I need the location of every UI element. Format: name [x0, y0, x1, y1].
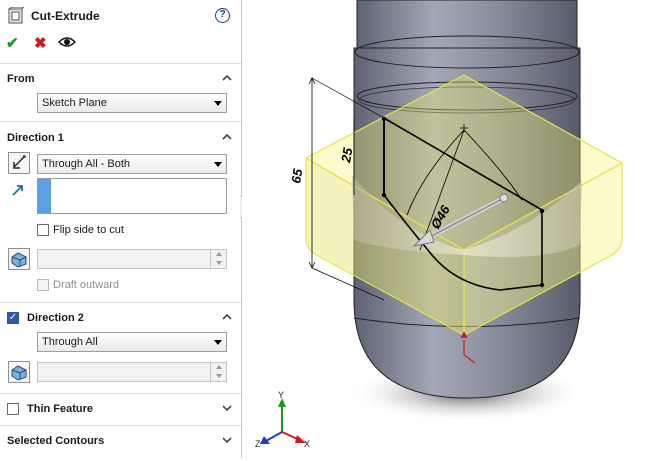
chevron-down-icon — [214, 162, 222, 167]
section-selected-contours[interactable]: Selected Contours — [0, 430, 241, 452]
draft-icon — [11, 365, 27, 381]
selection-indicator — [38, 179, 51, 213]
chevron-up-icon[interactable] — [221, 72, 233, 84]
draft-outward-label: Draft outward — [53, 279, 120, 291]
direction2-end-condition-dropdown[interactable]: Through All — [37, 332, 227, 352]
chevron-down-icon — [214, 101, 222, 106]
feature-header: Cut-Extrude ? ✔ ✖ — [0, 0, 241, 64]
draft2-angle-stepper[interactable] — [210, 363, 226, 381]
direction2-checkbox[interactable]: ✓ — [7, 312, 19, 324]
preview-eye-icon[interactable] — [58, 36, 76, 48]
direction1-end-condition-value: Through All - Both — [42, 158, 131, 170]
graphics-area[interactable]: 65 25 Ø46 Y X Z — [242, 0, 647, 458]
flip-side-label: Flip side to cut — [53, 224, 124, 236]
direction2-end-condition-value: Through All — [42, 336, 98, 348]
chevron-up-icon[interactable] — [221, 131, 233, 143]
dimension-65[interactable]: 65 — [288, 167, 305, 185]
section-direction2-label: Direction 2 — [27, 312, 84, 324]
direction-vector-icon — [12, 185, 23, 196]
chevron-down-icon[interactable] — [221, 434, 233, 446]
divider — [0, 302, 241, 303]
model-view[interactable]: 65 25 Ø46 Y X Z — [242, 0, 647, 458]
section-thin-feature[interactable]: Thin Feature — [0, 398, 241, 420]
cut-extrude-icon — [8, 7, 24, 24]
property-manager: Cut-Extrude ? ✔ ✖ From Sketch Plane Dire… — [0, 0, 242, 458]
help-icon[interactable]: ? — [215, 8, 230, 23]
from-dropdown[interactable]: Sketch Plane — [37, 93, 227, 113]
divider — [0, 393, 241, 394]
draft-button[interactable] — [8, 248, 30, 270]
drag-handle[interactable] — [499, 193, 509, 203]
direction1-end-condition-dropdown[interactable]: Through All - Both — [37, 154, 227, 174]
section-from[interactable]: From — [0, 68, 241, 90]
reverse-direction-button[interactable] — [8, 152, 30, 174]
draft-icon — [11, 252, 27, 268]
view-triad: Y X Z — [255, 390, 310, 449]
section-direction1[interactable]: Direction 1 — [0, 127, 241, 149]
ok-icon[interactable]: ✔ — [6, 34, 19, 52]
draft-angle-stepper[interactable] — [210, 250, 226, 268]
divider — [0, 121, 241, 122]
draft2-angle-field[interactable] — [37, 362, 227, 382]
from-dropdown-value: Sketch Plane — [42, 97, 107, 109]
divider — [0, 425, 241, 426]
feature-title: Cut-Extrude — [31, 9, 100, 23]
section-thin-feature-label: Thin Feature — [27, 403, 94, 415]
chevron-down-icon — [214, 340, 222, 345]
draft-angle-field[interactable] — [37, 249, 227, 269]
section-selected-contours-label: Selected Contours — [7, 435, 105, 447]
flip-side-checkbox[interactable] — [37, 224, 49, 236]
chevron-down-icon[interactable] — [221, 402, 233, 414]
thin-feature-checkbox[interactable] — [7, 403, 19, 415]
triad-y-label: Y — [278, 390, 284, 400]
triad-z-label: Z — [255, 439, 261, 449]
reverse-direction-icon — [13, 155, 26, 169]
direction-selection-box[interactable] — [37, 178, 227, 214]
draft-outward-checkbox[interactable] — [37, 279, 49, 291]
cancel-icon[interactable]: ✖ — [34, 34, 47, 52]
chevron-up-icon[interactable] — [221, 311, 233, 323]
section-direction1-label: Direction 1 — [7, 132, 64, 144]
section-from-label: From — [7, 73, 35, 85]
triad-x-label: X — [304, 439, 310, 449]
draft2-button[interactable] — [8, 361, 30, 383]
section-direction2[interactable]: ✓ Direction 2 — [0, 307, 241, 329]
